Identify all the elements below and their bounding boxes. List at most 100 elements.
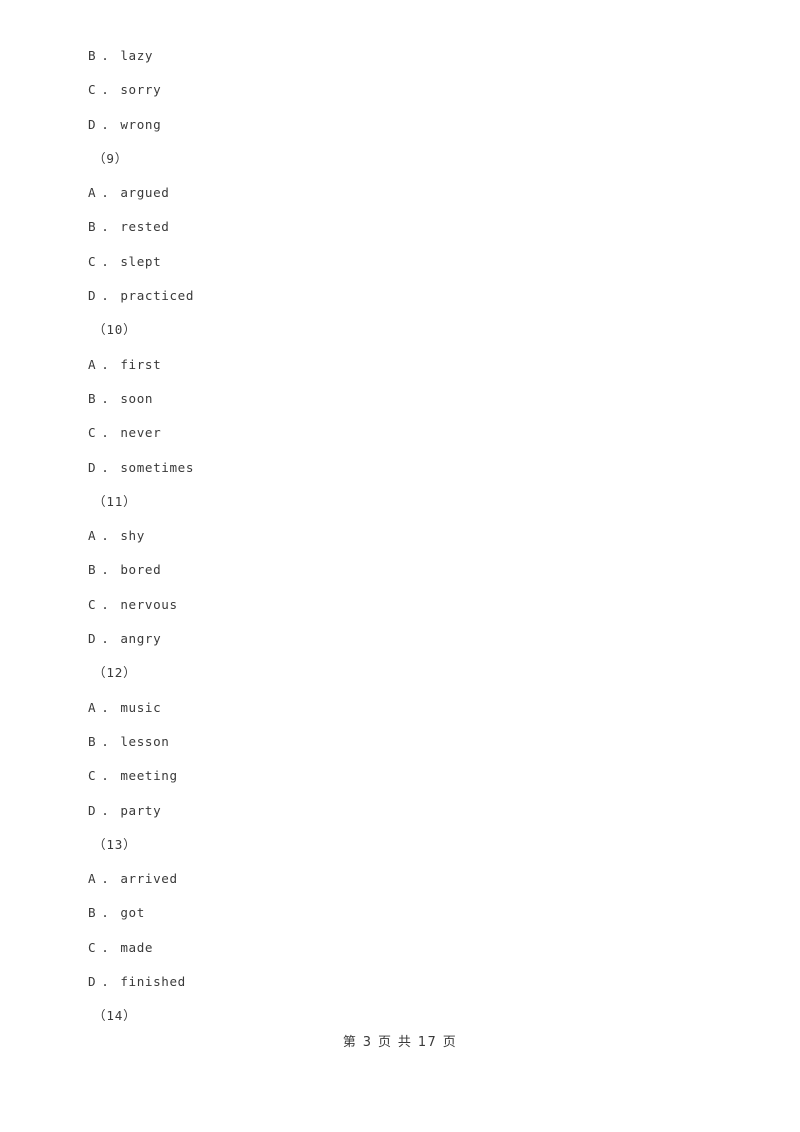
- answer-option: B. soon: [0, 382, 800, 416]
- answer-option: B. rested: [0, 210, 800, 244]
- option-separator: .: [101, 699, 110, 715]
- option-text: bored: [120, 562, 162, 578]
- answer-option: D. angry: [0, 622, 800, 656]
- option-separator: .: [101, 802, 110, 818]
- option-text: wrong: [120, 116, 162, 132]
- option-separator: .: [101, 48, 110, 63]
- option-separator: .: [101, 596, 110, 612]
- option-separator: .: [101, 425, 110, 441]
- answer-option: A. arrived: [0, 862, 800, 896]
- option-text: party: [120, 802, 162, 818]
- option-separator: .: [101, 288, 110, 304]
- question-number: （11）: [0, 485, 800, 519]
- option-text: made: [120, 939, 154, 955]
- option-letter: B: [88, 219, 97, 235]
- answer-option: A. argued: [0, 176, 800, 210]
- answer-option: C. meeting: [0, 759, 800, 793]
- answer-option: A. first: [0, 348, 800, 382]
- option-separator: .: [101, 82, 110, 98]
- question-number-label: （10）: [93, 322, 137, 338]
- answer-option: B. got: [0, 896, 800, 930]
- question-options-list: B. lazy C. sorry D. wrong （9） A. argued B. rested C…: [0, 39, 800, 1034]
- option-letter: B: [88, 562, 97, 578]
- answer-option: D. party: [0, 794, 800, 828]
- option-text: never: [120, 425, 162, 441]
- option-separator: .: [101, 939, 110, 955]
- option-letter: A: [88, 699, 97, 715]
- option-letter: C: [88, 82, 97, 98]
- option-separator: .: [101, 562, 110, 578]
- page-number-label: 第 3 页 共 17 页: [342, 1035, 458, 1050]
- question-number: （10）: [0, 313, 800, 347]
- page-footer: 第 3 页 共 17 页: [0, 1031, 800, 1053]
- option-letter: A: [88, 356, 97, 372]
- option-separator: .: [101, 733, 110, 749]
- option-text: argued: [120, 185, 170, 201]
- option-letter: C: [88, 768, 97, 784]
- option-letter: B: [88, 48, 97, 63]
- question-number-label: （12）: [93, 665, 137, 681]
- option-text: lazy: [120, 48, 154, 63]
- option-text: music: [120, 699, 162, 715]
- option-letter: A: [88, 528, 97, 544]
- answer-option: C. made: [0, 931, 800, 965]
- option-letter: B: [88, 905, 97, 921]
- question-number-label: （13）: [93, 836, 137, 852]
- option-text: rested: [120, 219, 170, 235]
- option-text: sometimes: [120, 459, 195, 475]
- option-letter: D: [88, 288, 97, 304]
- option-text: sorry: [120, 82, 162, 98]
- option-letter: D: [88, 802, 97, 818]
- answer-option: D. practiced: [0, 279, 800, 313]
- document-page: B. lazy C. sorry D. wrong （9） A. argued B. rested C…: [0, 0, 800, 1132]
- answer-option: B. lesson: [0, 725, 800, 759]
- option-letter: C: [88, 596, 97, 612]
- answer-option: B. bored: [0, 553, 800, 587]
- option-separator: .: [101, 905, 110, 921]
- answer-option: C. never: [0, 416, 800, 450]
- option-separator: .: [101, 219, 110, 235]
- option-separator: .: [101, 390, 110, 406]
- answer-option: B. lazy: [0, 39, 800, 73]
- answer-option: C. sorry: [0, 73, 800, 107]
- option-letter: D: [88, 631, 97, 647]
- option-letter: D: [88, 974, 97, 990]
- option-separator: .: [101, 356, 110, 372]
- option-text: lesson: [120, 733, 170, 749]
- option-letter: D: [88, 459, 97, 475]
- question-number-label: （11）: [93, 493, 137, 509]
- question-number: （13）: [0, 828, 800, 862]
- answer-option: C. nervous: [0, 588, 800, 622]
- answer-option: D. wrong: [0, 108, 800, 142]
- question-number: （12）: [0, 656, 800, 690]
- option-separator: .: [101, 459, 110, 475]
- answer-option: A. shy: [0, 519, 800, 553]
- option-letter: C: [88, 425, 97, 441]
- question-number-label: （9）: [93, 150, 129, 166]
- option-separator: .: [101, 871, 110, 887]
- question-number: （14）: [0, 999, 800, 1033]
- option-text: practiced: [120, 288, 195, 304]
- option-text: finished: [120, 974, 186, 990]
- question-number: （9）: [0, 142, 800, 176]
- answer-option: D. sometimes: [0, 451, 800, 485]
- option-separator: .: [101, 528, 110, 544]
- option-text: shy: [120, 528, 145, 544]
- option-letter: B: [88, 733, 97, 749]
- option-text: soon: [120, 390, 154, 406]
- option-separator: .: [101, 974, 110, 990]
- option-text: meeting: [120, 768, 178, 784]
- option-text: arrived: [120, 871, 178, 887]
- question-number-label: （14）: [93, 1008, 137, 1024]
- option-letter: C: [88, 253, 97, 269]
- option-letter: A: [88, 185, 97, 201]
- option-separator: .: [101, 116, 110, 132]
- option-text: nervous: [120, 596, 178, 612]
- option-letter: B: [88, 390, 97, 406]
- option-separator: .: [101, 768, 110, 784]
- option-letter: D: [88, 116, 97, 132]
- option-text: first: [120, 356, 162, 372]
- option-separator: .: [101, 631, 110, 647]
- option-separator: .: [101, 185, 110, 201]
- answer-option: D. finished: [0, 965, 800, 999]
